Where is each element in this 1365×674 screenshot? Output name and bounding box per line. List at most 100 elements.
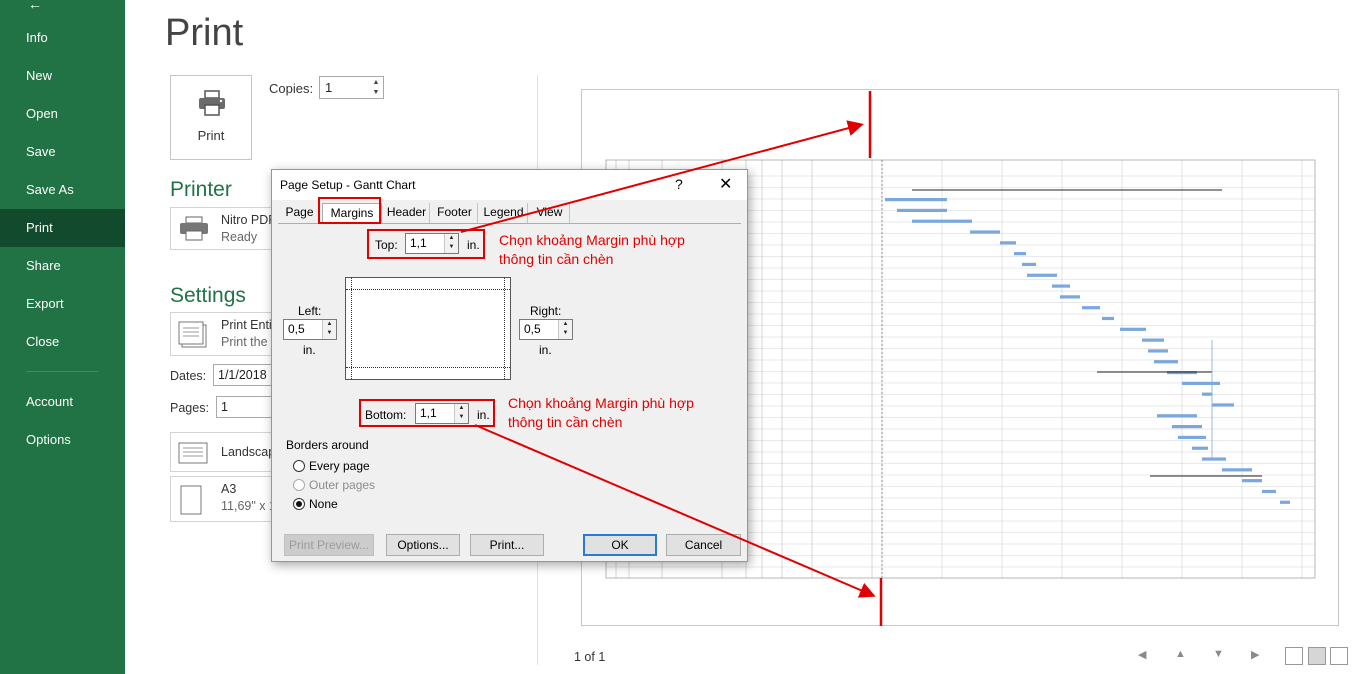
spin-arrows-icon[interactable]: ▲ ▼	[371, 78, 381, 98]
borders-heading: Borders around	[286, 438, 369, 452]
sidebar-item-info[interactable]: Info	[0, 19, 125, 57]
annotation-note-top: Chọn khoảng Margin phù hợp thông tin cần…	[499, 231, 685, 269]
radio-circle[interactable]	[293, 460, 305, 472]
ok-button[interactable]: OK	[583, 534, 657, 556]
gantt-task-bar	[1082, 306, 1100, 310]
annotation-box-top	[367, 229, 485, 259]
right-margin-stepper[interactable]: 0,5 ▲ ▼	[519, 319, 573, 340]
nav-down-icon[interactable]: ▼	[1213, 648, 1224, 660]
sidebar-item-account[interactable]: Account	[0, 383, 125, 421]
backstage-sidebar: ← Info New Open Save Save As Print Share…	[0, 0, 125, 674]
options-button[interactable]: Options...	[386, 534, 460, 556]
left-margin-value: 0,5	[288, 322, 305, 336]
tab-footer[interactable]: Footer	[432, 203, 478, 223]
gantt-task-bar	[970, 230, 1000, 234]
gantt-task-bar	[1172, 425, 1202, 429]
page-title: Print	[165, 12, 244, 54]
pages-label: Pages:	[170, 401, 209, 415]
copies-label: Copies:	[269, 81, 314, 96]
tab-header[interactable]: Header	[384, 203, 430, 223]
cancel-button[interactable]: Cancel	[666, 534, 741, 556]
print-preview-button: Print Preview...	[284, 534, 374, 556]
gantt-task-bar	[1192, 446, 1208, 450]
radio-none[interactable]: None	[293, 497, 338, 511]
nav-up-icon[interactable]: ▲	[1175, 648, 1186, 660]
sidebar-item-open[interactable]: Open	[0, 95, 125, 133]
copies-stepper[interactable]: 1 ▲ ▼	[319, 76, 384, 99]
dates-label: Dates:	[170, 369, 207, 383]
dialog-titlebar: Page Setup - Gantt Chart ? ✕	[272, 170, 747, 200]
radio-outer-pages: Outer pages	[293, 478, 375, 492]
sidebar-item-save[interactable]: Save	[0, 133, 125, 171]
gantt-task-bar	[1060, 295, 1080, 299]
radio-label: Every page	[309, 459, 370, 473]
sidebar-item-close[interactable]: Close	[0, 323, 125, 361]
radio-label: Outer pages	[309, 478, 376, 492]
dates-field[interactable]: 1/1/2018	[213, 364, 275, 386]
gantt-task-bar	[1212, 403, 1234, 407]
printer-icon	[199, 90, 225, 116]
right-margin-unit: in.	[539, 343, 552, 357]
print-range-title: Print Entir	[221, 318, 276, 332]
gantt-task-bar	[1167, 370, 1197, 375]
spin-arrows-icon[interactable]: ▲ ▼	[322, 320, 336, 339]
radio-circle[interactable]	[293, 498, 305, 510]
annotation-box-bottom	[359, 399, 495, 427]
sidebar-item-save-as[interactable]: Save As	[0, 171, 125, 209]
paper-name: A3	[221, 482, 237, 496]
single-page-view-icon[interactable]	[1308, 647, 1326, 665]
multi-page-view-icon[interactable]	[1330, 647, 1348, 665]
tab-legend[interactable]: Legend	[480, 203, 528, 223]
nav-left-icon[interactable]: ◀	[1138, 648, 1146, 661]
help-icon[interactable]: ?	[675, 176, 683, 192]
radio-label: None	[309, 497, 338, 511]
zoom-page-icon[interactable]	[1285, 647, 1303, 665]
landscape-page-icon	[178, 442, 208, 464]
gantt-task-bar	[1222, 468, 1252, 472]
left-margin-unit: in.	[303, 343, 316, 357]
annotation-text: thông tin cần chèn	[499, 251, 614, 267]
nav-right-icon[interactable]: ▶	[1251, 648, 1259, 661]
print-dialog-button[interactable]: Print...	[470, 534, 544, 556]
left-margin-stepper[interactable]: 0,5 ▲ ▼	[283, 319, 337, 340]
close-icon[interactable]: ✕	[719, 174, 732, 194]
print-range-desc: Print the p	[221, 335, 278, 349]
gantt-task-bar	[1014, 252, 1026, 256]
sidebar-divider	[26, 371, 98, 372]
sidebar-item-new[interactable]: New	[0, 57, 125, 95]
print-button[interactable]: Print	[170, 75, 252, 160]
gantt-task-bar	[1182, 381, 1220, 385]
paper-icon	[180, 485, 202, 515]
gantt-task-bar	[1052, 284, 1070, 288]
dialog-title: Page Setup - Gantt Chart	[280, 178, 416, 192]
tab-view[interactable]: View	[530, 203, 570, 223]
printer-heading: Printer	[170, 178, 232, 201]
print-button-label: Print	[197, 128, 225, 143]
gantt-task-bar	[1148, 349, 1168, 353]
gantt-task-bar	[1000, 241, 1016, 245]
gantt-task-bar	[1154, 360, 1178, 364]
gantt-task-bar	[1202, 392, 1212, 396]
gantt-task-bar	[897, 208, 947, 213]
gantt-task-bar	[1102, 316, 1114, 321]
gantt-task-bar	[1280, 500, 1290, 504]
sidebar-item-print[interactable]: Print	[0, 209, 125, 247]
printer-small-icon	[180, 216, 208, 241]
tab-page[interactable]: Page	[280, 203, 320, 223]
page-count: 1 of 1	[574, 650, 606, 664]
sidebar-item-share[interactable]: Share	[0, 247, 125, 285]
gantt-task-bar	[1120, 327, 1146, 331]
back-arrow-icon[interactable]: ←	[0, 0, 125, 12]
annotation-text: thông tin cần chèn	[508, 414, 623, 430]
gantt-task-bar	[885, 198, 947, 202]
spin-arrows-icon[interactable]: ▲ ▼	[558, 320, 572, 339]
pages-from-field[interactable]: 1	[216, 396, 275, 418]
sidebar-item-export[interactable]: Export	[0, 285, 125, 323]
page-setup-dialog: Page Setup - Gantt Chart ? ✕ Page Margin…	[271, 169, 748, 562]
document-stack-icon	[178, 321, 207, 348]
gantt-task-bar	[1178, 435, 1206, 440]
radio-every-page[interactable]: Every page	[293, 459, 370, 473]
gantt-task-bar	[1142, 338, 1164, 342]
sidebar-item-options[interactable]: Options	[0, 421, 125, 459]
settings-heading: Settings	[170, 284, 246, 307]
